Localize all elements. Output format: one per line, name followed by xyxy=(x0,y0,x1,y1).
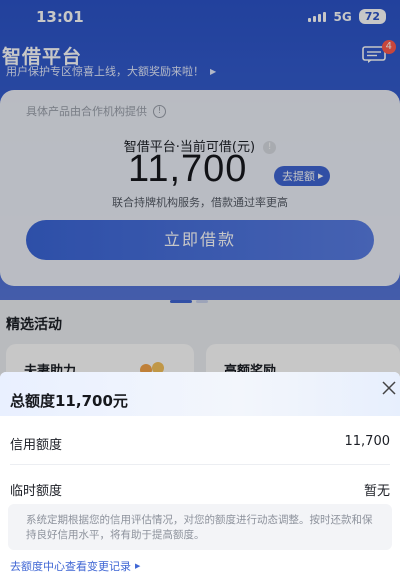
limit-tip: 系统定期根据您的信用评估情况，对您的额度进行动态调整。按时还款和保持良好信用水平… xyxy=(8,504,392,550)
row-value: 11,700 xyxy=(344,434,391,449)
limit-history-link-text: 去额度中心查看变更记录 xyxy=(10,560,131,573)
temporary-limit-row: 临时额度 暂无 xyxy=(0,468,400,508)
row-value: 暂无 xyxy=(363,484,390,499)
divider xyxy=(10,464,390,465)
limit-history-link[interactable]: 去额度中心查看变更记录 ▶ xyxy=(10,558,140,574)
close-icon[interactable] xyxy=(382,381,396,395)
row-label: 临时额度 xyxy=(10,484,63,499)
row-label: 信用额度 xyxy=(10,438,63,453)
credit-limit-sheet: 总额度11,700元 信用额度 11,700 临时额度 暂无 系统定期根据您的信… xyxy=(0,372,400,575)
sheet-title: 总额度11,700元 xyxy=(10,392,128,410)
credit-limit-row: 信用额度 11,700 xyxy=(0,422,400,462)
play-arrow-icon: ▶ xyxy=(135,562,141,570)
